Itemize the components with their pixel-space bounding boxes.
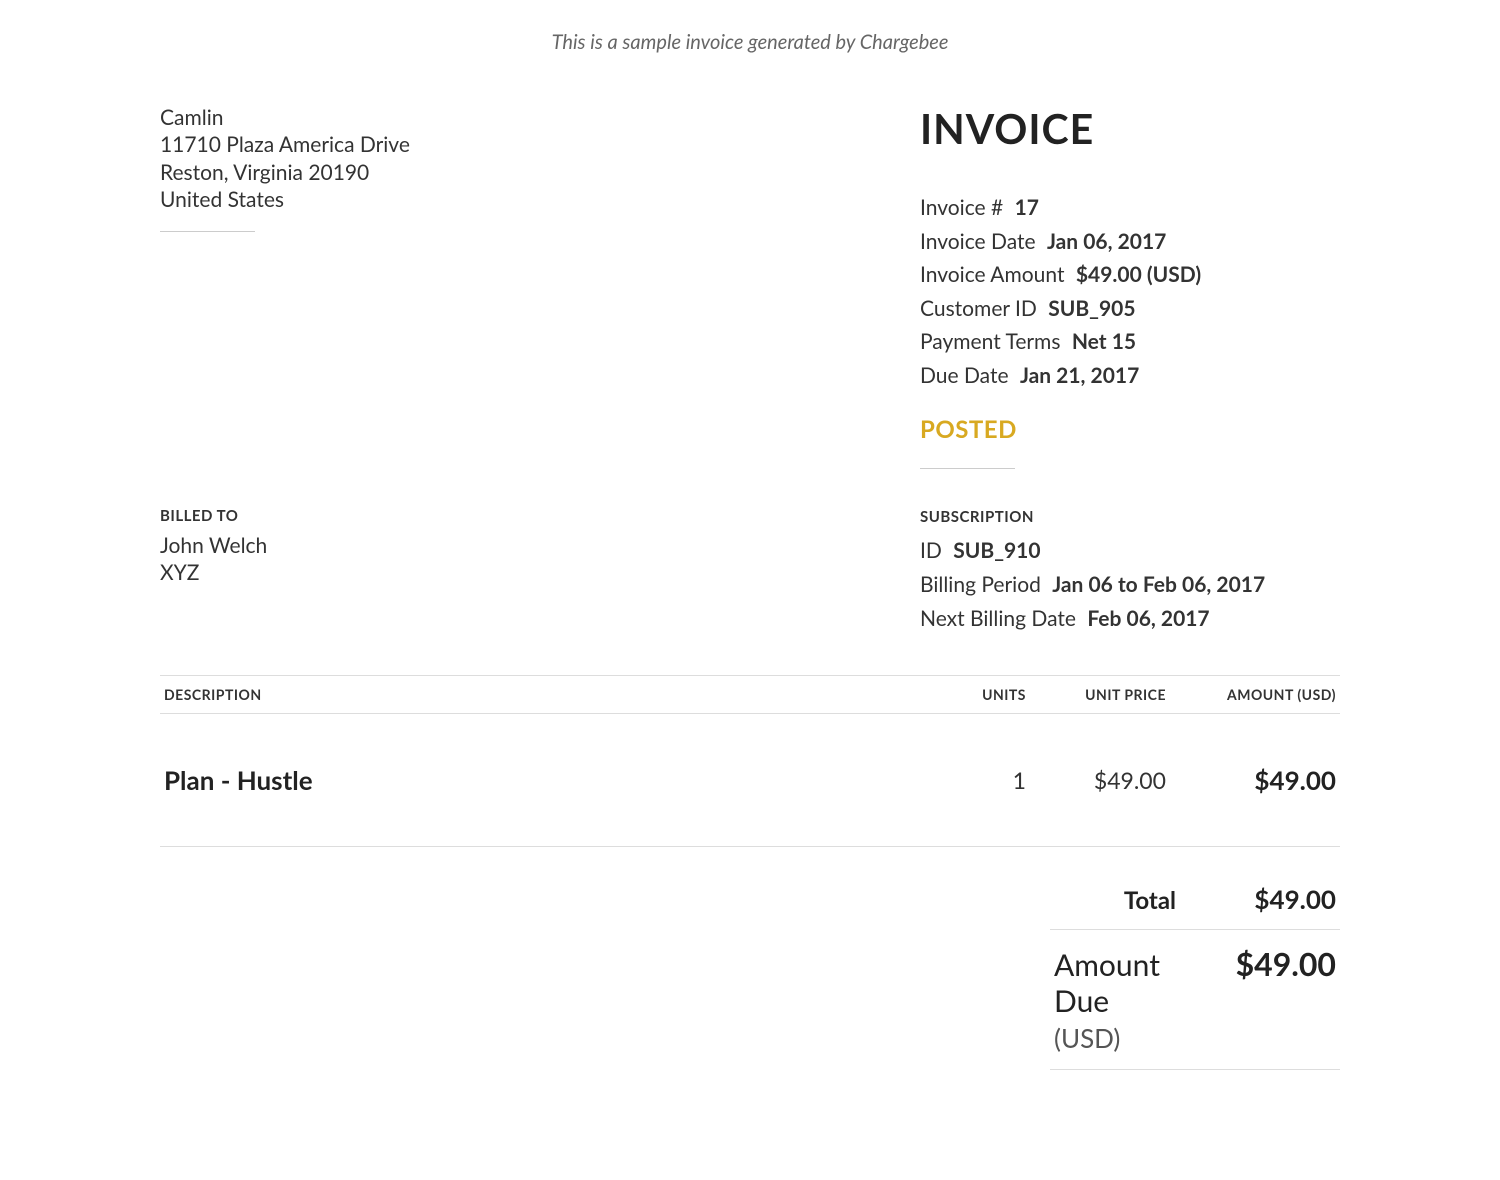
amount-due-currency: (USD) [1054, 1022, 1120, 1054]
billed-to-block: BILLED TO John Welch XYZ [160, 507, 267, 587]
divider [160, 231, 255, 232]
table-header-row: DESCRIPTION UNITS UNIT PRICE AMOUNT (USD… [160, 676, 1340, 714]
customer-id-value: SUB_905 [1048, 296, 1135, 321]
col-description: DESCRIPTION [160, 676, 920, 714]
invoice-amount-value: $49.00 (USD) [1076, 262, 1201, 287]
invoice-number-value: 17 [1015, 195, 1039, 220]
header-section: Camlin 11710 Plaza America Drive Reston,… [160, 104, 1340, 469]
col-amount: AMOUNT (USD) [1170, 676, 1340, 714]
next-billing-row: Next Billing Date Feb 06, 2017 [920, 602, 1340, 636]
line-items-table: DESCRIPTION UNITS UNIT PRICE AMOUNT (USD… [160, 675, 1340, 847]
invoice-amount-label: Invoice Amount [920, 262, 1064, 287]
from-street: 11710 Plaza America Drive [160, 131, 410, 158]
due-date-label: Due Date [920, 363, 1009, 388]
col-unit-price: UNIT PRICE [1030, 676, 1170, 714]
invoice-amount-row: Invoice Amount $49.00 (USD) [920, 258, 1340, 292]
totals-block: Total $49.00 Amount Due (USD) $49.00 [160, 869, 1340, 1070]
cell-amount: $49.00 [1170, 714, 1340, 847]
total-value: $49.00 [1216, 883, 1336, 915]
next-billing-label: Next Billing Date [920, 606, 1076, 631]
payment-terms-label: Payment Terms [920, 329, 1060, 354]
cell-units: 1 [920, 714, 1030, 847]
parties-section: BILLED TO John Welch XYZ SUBSCRIPTION ID… [160, 507, 1340, 636]
subscription-id-row: ID SUB_910 [920, 534, 1340, 568]
from-country: United States [160, 186, 410, 213]
divider [920, 468, 1015, 469]
subscription-id-value: SUB_910 [953, 538, 1040, 563]
from-name: Camlin [160, 104, 410, 131]
billing-period-value: Jan 06 to Feb 06, 2017 [1052, 572, 1265, 597]
invoice-meta-block: INVOICE Invoice # 17 Invoice Date Jan 06… [920, 104, 1340, 469]
subscription-id-label: ID [920, 538, 942, 563]
billing-period-label: Billing Period [920, 572, 1041, 597]
total-row: Total $49.00 [1050, 869, 1340, 930]
invoice-date-value: Jan 06, 2017 [1047, 229, 1166, 254]
from-address-block: Camlin 11710 Plaza America Drive Reston,… [160, 104, 410, 232]
invoice-date-row: Invoice Date Jan 06, 2017 [920, 225, 1340, 259]
next-billing-value: Feb 06, 2017 [1087, 606, 1209, 631]
customer-id-label: Customer ID [920, 296, 1037, 321]
billed-to-company: XYZ [160, 559, 267, 586]
amount-due-value: $49.00 [1216, 944, 1336, 983]
document-title: INVOICE [920, 104, 1340, 153]
invoice-number-row: Invoice # 17 [920, 191, 1340, 225]
invoice-document: This is a sample invoice generated by Ch… [160, 0, 1340, 1110]
amount-due-label: Amount Due (USD) [1054, 947, 1176, 1055]
cell-unit-price: $49.00 [1030, 714, 1170, 847]
invoice-date-label: Invoice Date [920, 229, 1036, 254]
payment-terms-value: Net 15 [1072, 329, 1136, 354]
cell-description: Plan - Hustle [160, 714, 920, 847]
payment-terms-row: Payment Terms Net 15 [920, 325, 1340, 359]
invoice-number-label: Invoice # [920, 195, 1003, 220]
amount-due-row: Amount Due (USD) $49.00 [1050, 930, 1340, 1070]
billing-period-row: Billing Period Jan 06 to Feb 06, 2017 [920, 568, 1340, 602]
billed-to-heading: BILLED TO [160, 507, 267, 527]
amount-due-label-text: Amount Due [1054, 947, 1160, 1019]
table-row: Plan - Hustle 1 $49.00 $49.00 [160, 714, 1340, 847]
subscription-heading: SUBSCRIPTION [920, 507, 1340, 529]
col-units: UNITS [920, 676, 1030, 714]
due-date-value: Jan 21, 2017 [1020, 363, 1139, 388]
total-label: Total [1124, 886, 1176, 915]
due-date-row: Due Date Jan 21, 2017 [920, 359, 1340, 393]
from-city-state-zip: Reston, Virginia 20190 [160, 159, 410, 186]
customer-id-row: Customer ID SUB_905 [920, 292, 1340, 326]
billed-to-name: John Welch [160, 532, 267, 559]
status-badge: POSTED [920, 415, 1340, 444]
sample-note: This is a sample invoice generated by Ch… [160, 30, 1340, 54]
subscription-block: SUBSCRIPTION ID SUB_910 Billing Period J… [920, 507, 1340, 636]
